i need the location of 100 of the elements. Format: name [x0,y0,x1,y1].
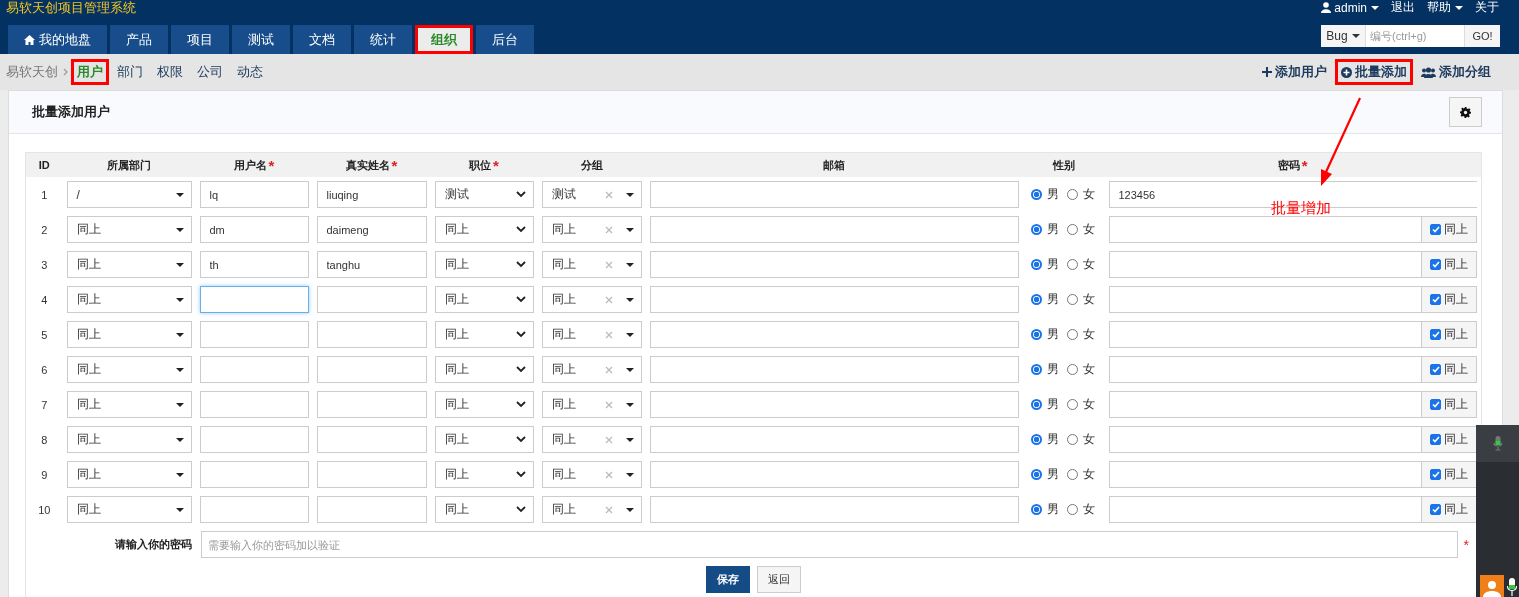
email-field[interactable] [649,426,1019,453]
back-button[interactable]: 返回 [757,566,801,593]
position-select[interactable]: 同上 [434,426,534,453]
position-select[interactable]: 同上 [434,286,534,313]
position-select[interactable]: 同上 [434,391,534,418]
settings-button[interactable] [1449,97,1482,127]
group-select[interactable]: 同上 [541,496,642,523]
real-name-field[interactable] [316,496,427,523]
gender-radio[interactable]: 男 [1030,291,1059,308]
search-field[interactable]: 编号(ctrl+g) [1365,25,1465,47]
action-link[interactable]: 添加用户 [1256,59,1333,85]
email-field[interactable] [649,356,1019,383]
password-field[interactable] [1108,461,1421,488]
real-name-field[interactable] [316,391,427,418]
department-select[interactable]: 同上 [66,496,192,523]
group-select[interactable]: 同上 [541,391,642,418]
gender-radio[interactable]: 男 [1030,186,1059,203]
email-field[interactable] [649,181,1019,208]
same-as-above-checkbox[interactable]: 同上 [1421,496,1477,523]
gender-radio[interactable]: 男 [1030,221,1059,238]
nav-tab[interactable]: 后台 [476,25,534,54]
user-menu[interactable]: admin [1321,0,1379,15]
email-field[interactable] [649,251,1019,278]
gender-radio[interactable]: 男 [1030,431,1059,448]
same-as-above-checkbox[interactable]: 同上 [1421,391,1477,418]
gender-radio[interactable]: 男 [1030,326,1059,343]
real-name-field[interactable]: tanghu [316,251,427,278]
gender-radio[interactable]: 女 [1066,396,1095,413]
username-field[interactable]: th [199,251,309,278]
username-field[interactable] [199,391,309,418]
same-as-above-checkbox[interactable]: 同上 [1421,286,1477,313]
action-link[interactable]: 添加分组 [1415,59,1497,85]
gender-radio[interactable]: 男 [1030,501,1059,518]
subnav-link[interactable]: 用户 [71,59,109,85]
same-as-above-checkbox[interactable]: 同上 [1421,426,1477,453]
action-link[interactable]: 批量添加 [1335,59,1413,85]
about-link[interactable]: 关于 [1475,0,1499,16]
password-field[interactable] [1108,356,1421,383]
password-field[interactable] [1108,216,1421,243]
gender-radio[interactable]: 女 [1066,221,1095,238]
position-select[interactable]: 同上 [434,251,534,278]
email-field[interactable] [649,391,1019,418]
department-select[interactable]: 同上 [66,216,192,243]
subnav-link[interactable]: 部门 [111,59,149,85]
username-field[interactable] [199,461,309,488]
nav-tab[interactable]: 我的地盘 [8,25,107,54]
gender-radio[interactable]: 男 [1030,361,1059,378]
username-field[interactable] [199,321,309,348]
same-as-above-checkbox[interactable]: 同上 [1421,216,1477,243]
position-select[interactable]: 测试 [434,181,534,208]
same-as-above-checkbox[interactable]: 同上 [1421,461,1477,488]
nav-tab[interactable]: 项目 [171,25,229,54]
help-menu[interactable]: 帮助 [1427,0,1463,16]
real-name-field[interactable] [316,321,427,348]
username-field[interactable]: lq [199,181,309,208]
department-select[interactable]: 同上 [66,356,192,383]
department-select[interactable]: 同上 [66,426,192,453]
gender-radio[interactable]: 女 [1066,291,1095,308]
group-select[interactable]: 同上 [541,321,642,348]
email-field[interactable] [649,496,1019,523]
subnav-link[interactable]: 动态 [231,59,269,85]
same-as-above-checkbox[interactable]: 同上 [1421,251,1477,278]
real-name-field[interactable] [316,426,427,453]
nav-tab[interactable]: 产品 [110,25,168,54]
department-select[interactable]: 同上 [66,321,192,348]
email-field[interactable] [649,461,1019,488]
subnav-link[interactable]: 权限 [151,59,189,85]
gender-radio[interactable]: 男 [1030,466,1059,483]
password-field[interactable] [1108,251,1421,278]
type-dropdown[interactable]: Bug [1321,25,1365,47]
real-name-field[interactable] [316,461,427,488]
nav-tab[interactable]: 统计 [354,25,412,54]
gender-radio[interactable]: 女 [1066,361,1095,378]
group-select[interactable]: 同上 [541,286,642,313]
real-name-field[interactable] [316,356,427,383]
same-as-above-checkbox[interactable]: 同上 [1421,321,1477,348]
position-select[interactable]: 同上 [434,461,534,488]
username-field[interactable]: dm [199,216,309,243]
email-field[interactable] [649,216,1019,243]
gender-radio[interactable]: 女 [1066,501,1095,518]
position-select[interactable]: 同上 [434,356,534,383]
real-name-field[interactable] [316,286,427,313]
position-select[interactable]: 同上 [434,321,534,348]
password-field[interactable] [1108,391,1421,418]
password-field[interactable] [1108,286,1421,313]
group-select[interactable]: 同上 [541,356,642,383]
group-select[interactable]: 测试 [541,181,642,208]
gender-radio[interactable]: 女 [1066,326,1095,343]
position-select[interactable]: 同上 [434,496,534,523]
department-select[interactable]: 同上 [66,251,192,278]
username-field[interactable] [199,496,309,523]
position-select[interactable]: 同上 [434,216,534,243]
email-field[interactable] [649,286,1019,313]
group-select[interactable]: 同上 [541,426,642,453]
logout-link[interactable]: 退出 [1391,0,1415,16]
department-select[interactable]: 同上 [66,461,192,488]
nav-tab[interactable]: 文档 [293,25,351,54]
gender-radio[interactable]: 女 [1066,466,1095,483]
password-field[interactable] [1108,496,1421,523]
group-select[interactable]: 同上 [541,251,642,278]
